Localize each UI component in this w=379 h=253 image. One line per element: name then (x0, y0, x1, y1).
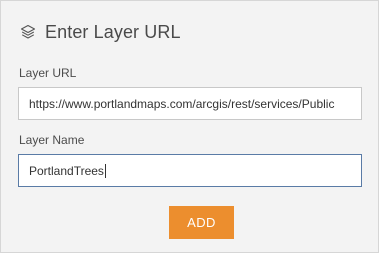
text-cursor (104, 163, 106, 178)
panel-title: Enter Layer URL (45, 21, 181, 42)
add-button[interactable]: ADD (169, 206, 234, 239)
layer-name-input[interactable]: PortlandTrees (18, 154, 362, 187)
layers-icon (19, 23, 37, 41)
enter-layer-url-panel: Enter Layer URL Layer URL Layer Name Por… (0, 0, 379, 253)
layer-url-label: Layer URL (19, 66, 77, 80)
panel-header: Enter Layer URL (19, 19, 181, 45)
layer-name-value: PortlandTrees (29, 163, 104, 178)
layer-url-input[interactable] (18, 87, 362, 120)
layer-name-label: Layer Name (19, 133, 85, 147)
